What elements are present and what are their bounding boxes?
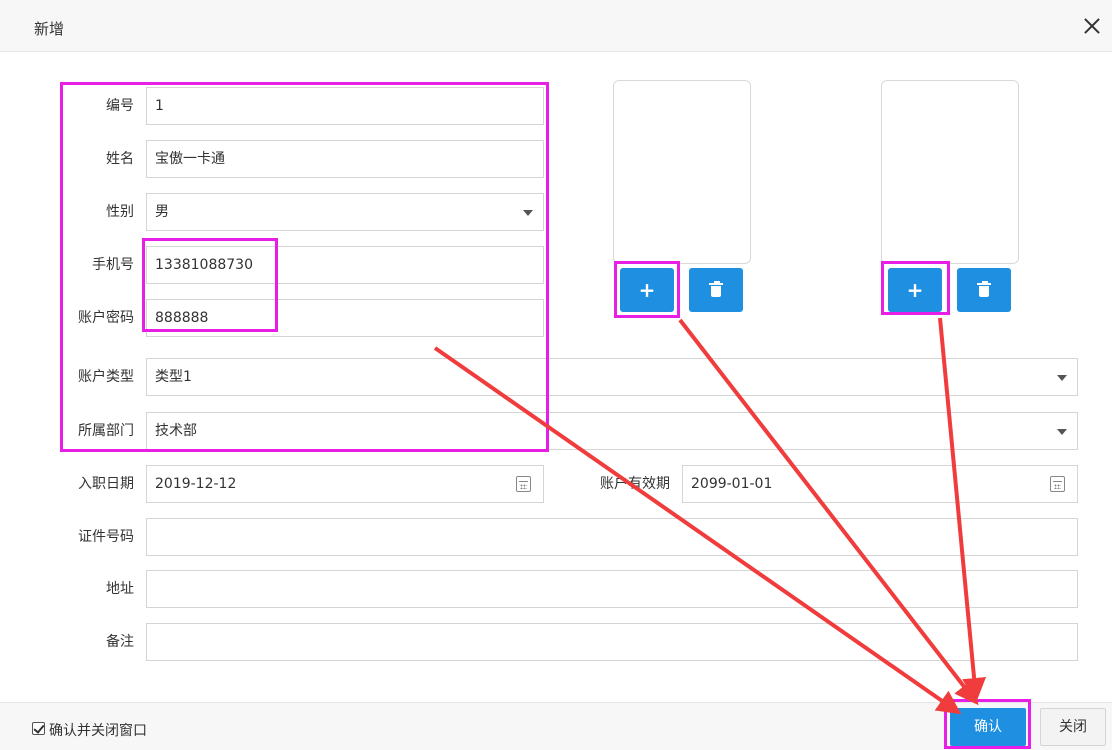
name-input[interactable]: 宝傲一卡通 [146,140,544,178]
close-icon[interactable] [1080,14,1104,38]
confirm-close-checkbox[interactable] [32,722,45,735]
plus-icon: + [906,278,924,302]
photo-preview-1 [613,80,751,264]
department-value: 技术部 [155,423,197,439]
chevron-down-icon [1057,429,1067,435]
phone-label: 手机号 [92,257,134,273]
expiry-date-label: 账户有效期 [600,476,670,492]
remark-input[interactable] [146,623,1078,661]
number-input[interactable]: 1 [146,87,544,125]
photo-preview-2 [881,80,1019,264]
hire-date-label: 入职日期 [78,476,134,492]
trash-icon [977,281,991,297]
hire-date-value: 2019-12-12 [155,476,237,492]
department-select[interactable]: 技术部 [146,412,1078,450]
expiry-date-input[interactable]: 2099-01-01 [682,465,1078,503]
account-type-value: 类型1 [155,369,192,385]
password-input[interactable]: 888888 [146,299,544,337]
id-number-label: 证件号码 [78,529,134,545]
confirm-button[interactable]: 确认 [950,708,1026,746]
dialog-header: 新增 [0,0,1112,52]
delete-photo-button-2[interactable] [957,268,1011,312]
id-number-input[interactable] [146,518,1078,556]
dialog-title: 新增 [34,20,65,38]
add-photo-button-2[interactable]: + [888,268,942,312]
remark-label: 备注 [106,634,134,650]
expiry-date-value: 2099-01-01 [691,476,773,492]
number-label: 编号 [106,98,134,114]
add-photo-button-1[interactable]: + [620,268,674,312]
gender-select[interactable]: 男 [146,193,544,231]
trash-icon [709,281,723,297]
dialog-footer [0,702,1112,750]
phone-input[interactable]: 13381088730 [146,246,544,284]
address-label: 地址 [106,581,134,597]
gender-value: 男 [155,204,169,220]
close-button[interactable]: 关闭 [1040,708,1106,746]
hire-date-input[interactable]: 2019-12-12 [146,465,544,503]
department-label: 所属部门 [78,423,134,439]
chevron-down-icon [1057,375,1067,381]
plus-icon: + [638,278,656,302]
account-type-label: 账户类型 [78,369,134,385]
delete-photo-button-1[interactable] [689,268,743,312]
confirm-close-checkbox-label[interactable]: 确认并关闭窗口 [49,720,147,740]
chevron-down-icon [523,210,533,216]
name-label: 姓名 [106,151,134,167]
address-input[interactable] [146,570,1078,608]
gender-label: 性别 [106,204,134,220]
password-label: 账户密码 [78,310,134,326]
calendar-icon[interactable] [1050,476,1065,492]
account-type-select[interactable]: 类型1 [146,358,1078,396]
calendar-icon[interactable] [516,476,531,492]
